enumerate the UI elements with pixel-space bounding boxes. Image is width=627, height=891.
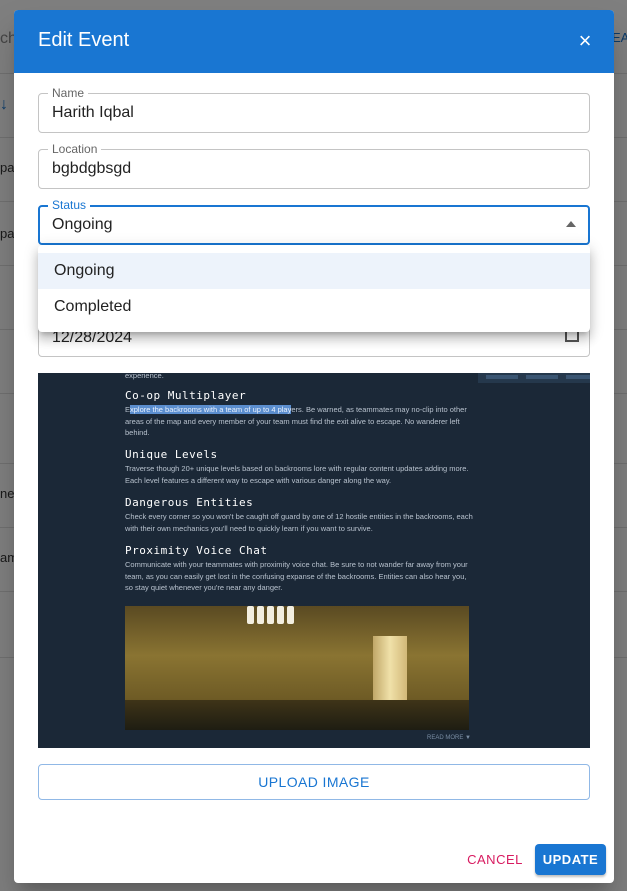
update-button[interactable]: UPDATE bbox=[535, 844, 606, 875]
ceiling-light bbox=[267, 606, 274, 624]
dialog-title: Edit Event bbox=[38, 29, 130, 51]
location-label: Location bbox=[48, 142, 102, 156]
location-field[interactable]: Location bgbdgbsgd bbox=[38, 142, 590, 189]
ceiling-light bbox=[247, 606, 254, 624]
name-value: Harith Iqbal bbox=[52, 104, 134, 121]
preview-tab bbox=[486, 375, 518, 379]
status-dropdown-menu: Ongoing Completed bbox=[38, 245, 590, 332]
status-select[interactable]: Status Ongoing bbox=[38, 198, 590, 245]
chevron-up-icon[interactable] bbox=[566, 221, 576, 227]
name-field[interactable]: Name Harith Iqbal bbox=[38, 86, 590, 133]
status-label: Status bbox=[48, 198, 91, 212]
ceiling-light bbox=[277, 606, 284, 624]
preview-paragraph: Check every corner so you won't be caugh… bbox=[125, 512, 473, 533]
preview-highlighted-text: xplore the backrooms with a team of up t… bbox=[130, 405, 292, 414]
dialog-header: Edit Event × bbox=[14, 10, 614, 73]
preview-tab bbox=[526, 375, 558, 379]
status-option-label: Completed bbox=[54, 298, 132, 315]
floor bbox=[125, 700, 469, 730]
edit-event-dialog: Edit Event × Name Harith Iqbal Location … bbox=[14, 10, 614, 883]
read-more-link: READ MORE ▼ bbox=[427, 735, 471, 741]
preview-paragraph: Communicate with your teammates with pro… bbox=[125, 560, 468, 592]
ceiling-light bbox=[257, 606, 264, 624]
ceiling-light bbox=[287, 606, 294, 624]
preview-topbar bbox=[478, 373, 590, 383]
preview-paragraph: Explore the backrooms with a team of up … bbox=[125, 404, 475, 439]
preview-heading: Co-op Multiplayer bbox=[125, 389, 247, 402]
name-label: Name bbox=[48, 86, 89, 100]
upload-image-button[interactable]: UPLOAD IMAGE bbox=[38, 764, 590, 800]
status-option-completed[interactable]: Completed bbox=[38, 289, 590, 325]
event-image-preview: experience. Co-op Multiplayer Explore th… bbox=[38, 373, 590, 748]
preview-intro-text: experience. bbox=[125, 373, 164, 380]
status-value: Ongoing bbox=[52, 216, 113, 233]
location-value: bgbdgbsgd bbox=[52, 160, 132, 177]
status-option-ongoing[interactable]: Ongoing bbox=[38, 253, 590, 289]
preview-heading: Dangerous Entities bbox=[125, 496, 254, 509]
preview-tab bbox=[566, 375, 590, 379]
preview-heading: Unique Levels bbox=[125, 448, 218, 461]
status-option-label: Ongoing bbox=[54, 262, 115, 279]
cancel-button[interactable]: CANCEL bbox=[462, 845, 528, 875]
preview-paragraph: Traverse though 20+ unique levels based … bbox=[125, 464, 469, 485]
preview-heading: Proximity Voice Chat bbox=[125, 544, 268, 557]
close-icon[interactable]: × bbox=[572, 29, 598, 55]
game-screenshot bbox=[125, 606, 469, 730]
